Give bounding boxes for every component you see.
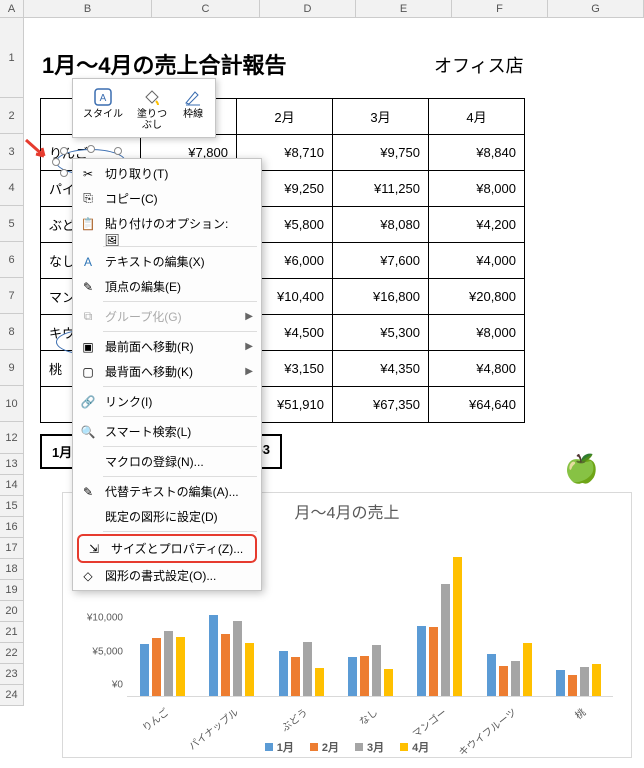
edit-points-icon: ✎ (79, 278, 97, 296)
fill-button[interactable]: 塗りつ ぶし (131, 83, 173, 133)
border-icon (181, 85, 205, 109)
alt-text-icon: ✎ (79, 483, 97, 501)
svg-text:A: A (100, 93, 107, 104)
red-arrow-annotation (24, 138, 48, 162)
front-icon: ▣ (79, 338, 97, 356)
link-icon: 🔗 (79, 393, 97, 411)
menu-alt-text[interactable]: ✎代替テキストの編集(A)... (73, 479, 261, 504)
menu-edit-points[interactable]: ✎頂点の編集(E) (73, 274, 261, 299)
menu-bring-front[interactable]: ▣最前面へ移動(R)▶ (73, 334, 261, 359)
menu-format-shape[interactable]: ◇図形の書式設定(O)... (73, 563, 261, 588)
menu-paste-picture[interactable]: 🖼 (73, 236, 261, 244)
menu-set-default[interactable]: 既定の図形に設定(D) (73, 504, 261, 529)
menu-group: ⧉グループ化(G)▶ (73, 304, 261, 329)
back-icon: ▢ (79, 363, 97, 381)
border-button[interactable]: 枠線 (175, 83, 211, 133)
chart-legend: 1月 2月 3月 4月 (63, 739, 631, 755)
menu-smart-lookup[interactable]: 🔍スマート検索(L) (73, 419, 261, 444)
apple-image: 🍏 (564, 452, 599, 485)
size-icon: ⇲ (85, 540, 103, 558)
row-headers: 1234567891012131415161718192021222324 (0, 18, 24, 706)
menu-link[interactable]: 🔗リンク(I) (73, 389, 261, 414)
copy-icon: ⎘ (79, 190, 97, 208)
shop-name: オフィス店 (434, 52, 524, 78)
cut-icon: ✂ (79, 165, 97, 183)
paste-icon: 📋 (79, 215, 97, 233)
paste-picture-icon: 🖼 (103, 231, 121, 249)
menu-paste-options[interactable]: 📋貼り付けのオプション: (73, 211, 261, 236)
mini-toolbar: A スタイル 塗りつ ぶし 枠線 (72, 78, 216, 138)
column-headers: ABCDEFG (0, 0, 644, 18)
menu-cut[interactable]: ✂切り取り(T) (73, 161, 261, 186)
menu-macro[interactable]: マクロの登録(N)... (73, 449, 261, 474)
fill-icon (140, 85, 164, 109)
style-button[interactable]: A スタイル (77, 83, 129, 133)
format-icon: ◇ (79, 567, 97, 585)
menu-copy[interactable]: ⎘コピー(C) (73, 186, 261, 211)
style-icon: A (91, 85, 115, 109)
menu-size-properties[interactable]: ⇲サイズとプロパティ(Z)... (79, 536, 255, 561)
context-menu: ✂切り取り(T) ⎘コピー(C) 📋貼り付けのオプション: 🖼 Aテキストの編集… (72, 158, 262, 591)
menu-send-back[interactable]: ▢最背面へ移動(K)▶ (73, 359, 261, 384)
menu-edit-text[interactable]: Aテキストの編集(X) (73, 249, 261, 274)
page-title: 1月～4月の売上合計報告 (42, 48, 286, 80)
group-icon: ⧉ (79, 308, 97, 326)
search-icon: 🔍 (79, 423, 97, 441)
edit-text-icon: A (79, 253, 97, 271)
